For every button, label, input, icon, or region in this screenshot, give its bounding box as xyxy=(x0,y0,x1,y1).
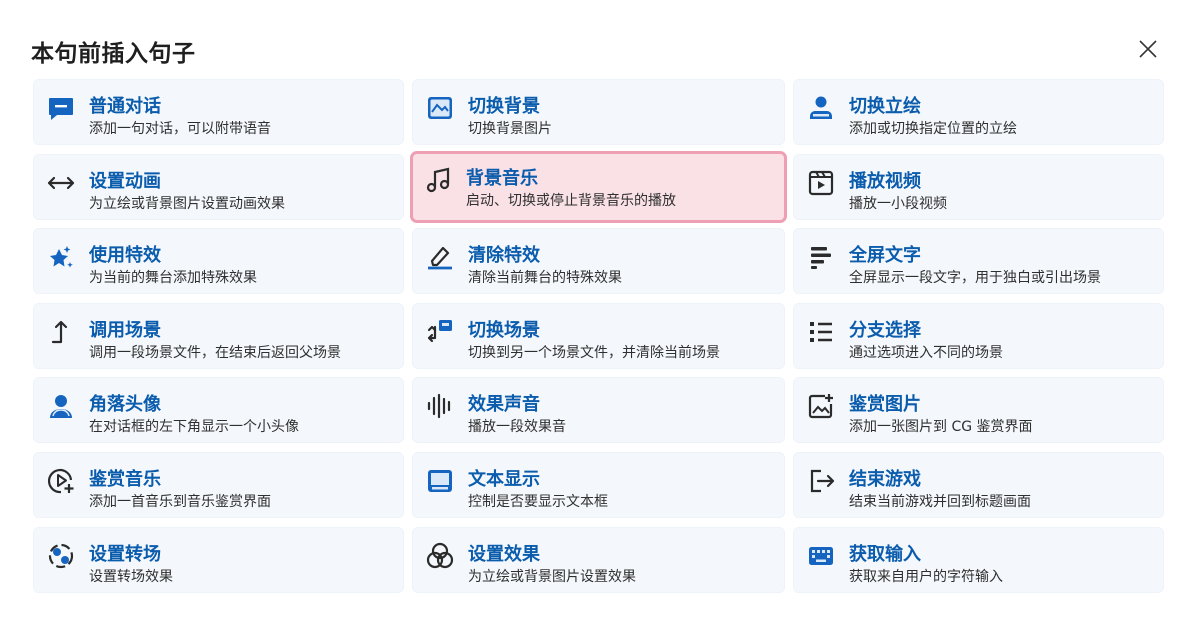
card-description: 控制是否要显示文本框 xyxy=(468,493,608,510)
card-title: 鉴赏图片 xyxy=(849,394,921,416)
insert-sentence-dialog: 本句前插入句子 普通对话 添加一句对话，可以附带语音 切换背景 切换背景图片 切换立绘添… xyxy=(0,0,1197,630)
card-description: 在对话框的左下角显示一个小头像 xyxy=(89,419,299,436)
card-description: 添加一首音乐到音乐鉴赏界面 xyxy=(89,493,271,510)
sentence-type-card[interactable]: 清除特效清除当前舞台的特殊效果 xyxy=(412,228,785,295)
sentence-type-card[interactable]: 获取输入获取来自用户的字符输入 xyxy=(793,526,1164,593)
sentence-type-card[interactable]: 鉴赏音乐添加一首音乐到音乐鉴赏界面 xyxy=(33,451,404,518)
sound-wave-icon xyxy=(425,391,455,421)
card-description: 清除当前舞台的特殊效果 xyxy=(468,270,622,287)
transition-icon xyxy=(46,541,76,571)
list-icon xyxy=(806,317,836,347)
card-description: 添加或切换指定位置的立绘 xyxy=(849,121,1017,137)
card-title: 结束游戏 xyxy=(849,468,921,490)
sentence-type-card[interactable]: 背景音乐启动、切换或停止背景音乐的播放 xyxy=(410,150,787,223)
sentence-type-card[interactable]: 切换立绘添加或切换指定位置的立绘 xyxy=(793,79,1164,145)
sentence-type-card[interactable]: 设置动画为立绘或背景图片设置动画效果 xyxy=(33,153,404,220)
sentence-type-card[interactable]: 结束游戏结束当前游戏并回到标题画面 xyxy=(793,451,1164,518)
close-button[interactable] xyxy=(1133,34,1163,64)
sentence-type-card[interactable]: 设置效果为立绘或背景图片设置效果 xyxy=(412,526,785,593)
card-title: 背景音乐 xyxy=(466,167,538,189)
eraser-icon xyxy=(425,242,455,272)
card-title: 获取输入 xyxy=(849,543,921,565)
scene-switch-icon xyxy=(425,317,455,347)
sentence-type-card[interactable]: 使用特效为当前的舞台添加特殊效果 xyxy=(33,228,404,295)
avatar-icon xyxy=(46,391,76,421)
person-icon xyxy=(806,93,836,123)
play-add-icon xyxy=(46,466,76,496)
card-description: 切换背景图片 xyxy=(468,121,552,137)
sentence-type-card[interactable]: 切换场景切换到另一个场景文件，并清除当前场景 xyxy=(412,302,785,369)
dialog-title: 本句前插入句子 xyxy=(31,41,196,67)
sentence-type-card[interactable]: 全屏文字全屏显示一段文字，用于独白或引出场景 xyxy=(793,228,1164,295)
card-title: 切换场景 xyxy=(468,319,540,341)
exit-icon xyxy=(806,466,836,496)
card-title: 清除特效 xyxy=(468,245,540,267)
card-description: 为立绘或背景图片设置动画效果 xyxy=(89,195,285,212)
sentence-type-card[interactable]: 调用场景调用一段场景文件，在结束后返回父场景 xyxy=(33,302,404,369)
sentence-type-grid: 普通对话 添加一句对话，可以附带语音 切换背景 切换背景图片 切换立绘 添加或切换指定位置… xyxy=(33,79,1164,593)
arrow-up-turn-icon xyxy=(46,317,76,347)
card-title: 切换背景 xyxy=(468,96,540,117)
card-description: 获取来自用户的字符输入 xyxy=(849,568,1003,585)
chat-icon xyxy=(46,93,76,123)
sentence-type-card[interactable]: 分支选择通过选项进入不同的场景 xyxy=(793,302,1164,369)
sentence-type-card[interactable]: 设置转场设置转场效果 xyxy=(33,526,404,593)
card-title: 全屏文字 xyxy=(849,245,921,267)
card-description: 为立绘或背景图片设置效果 xyxy=(468,568,636,585)
sentence-type-card[interactable]: 播放视频播放一小段视频 xyxy=(793,153,1164,220)
card-description: 全屏显示一段文字，用于独白或引出场景 xyxy=(849,270,1101,287)
card-description: 添加一句对话，可以附带语音 xyxy=(89,121,271,137)
card-title: 设置效果 xyxy=(468,543,540,565)
card-title: 角落头像 xyxy=(89,394,161,416)
card-title: 切换立绘 xyxy=(849,96,921,117)
arrows-horizontal-icon xyxy=(46,168,76,198)
text-align-icon xyxy=(806,242,836,272)
close-icon xyxy=(1139,40,1157,58)
card-description: 播放一段效果音 xyxy=(468,419,566,436)
sentence-type-card[interactable]: 鉴赏图片添加一张图片到 CG 鉴赏界面 xyxy=(793,377,1164,444)
card-description: 切换到另一个场景文件，并清除当前场景 xyxy=(468,344,720,361)
card-description: 通过选项进入不同的场景 xyxy=(849,344,1003,361)
image-add-icon xyxy=(806,391,836,421)
sentence-type-card[interactable]: 普通对话添加一句对话，可以附带语音 xyxy=(33,79,404,145)
sparkle-star-icon xyxy=(46,242,76,272)
image-icon xyxy=(425,93,455,123)
card-title: 使用特效 xyxy=(89,245,161,267)
card-title: 设置动画 xyxy=(89,170,161,192)
video-icon xyxy=(806,168,836,198)
music-note-icon xyxy=(424,165,454,195)
card-description: 结束当前游戏并回到标题画面 xyxy=(849,493,1031,510)
textbox-icon xyxy=(425,466,455,496)
card-description: 播放一小段视频 xyxy=(849,195,947,212)
keyboard-icon xyxy=(806,541,836,571)
sentence-type-card[interactable]: 角落头像在对话框的左下角显示一个小头像 xyxy=(33,377,404,444)
sentence-type-card[interactable]: 文本显示控制是否要显示文本框 xyxy=(412,451,785,518)
card-title: 普通对话 xyxy=(89,96,161,117)
sentence-type-card[interactable]: 切换背景切换背景图片 xyxy=(412,79,785,145)
color-circles-icon xyxy=(425,541,455,571)
card-description: 启动、切换或停止背景音乐的播放 xyxy=(466,192,676,209)
card-description: 设置转场效果 xyxy=(89,568,173,585)
card-description: 调用一段场景文件，在结束后返回父场景 xyxy=(89,344,341,361)
card-title: 鉴赏音乐 xyxy=(89,468,161,490)
card-title: 设置转场 xyxy=(89,543,161,565)
card-description: 为当前的舞台添加特殊效果 xyxy=(89,270,257,287)
card-title: 调用场景 xyxy=(89,319,161,341)
card-title: 效果声音 xyxy=(468,394,540,416)
sentence-type-card[interactable]: 效果声音播放一段效果音 xyxy=(412,377,785,444)
card-description: 添加一张图片到 CG 鉴赏界面 xyxy=(849,419,1033,436)
card-title: 分支选择 xyxy=(849,319,921,341)
card-title: 文本显示 xyxy=(468,468,540,490)
card-title: 播放视频 xyxy=(849,170,921,192)
